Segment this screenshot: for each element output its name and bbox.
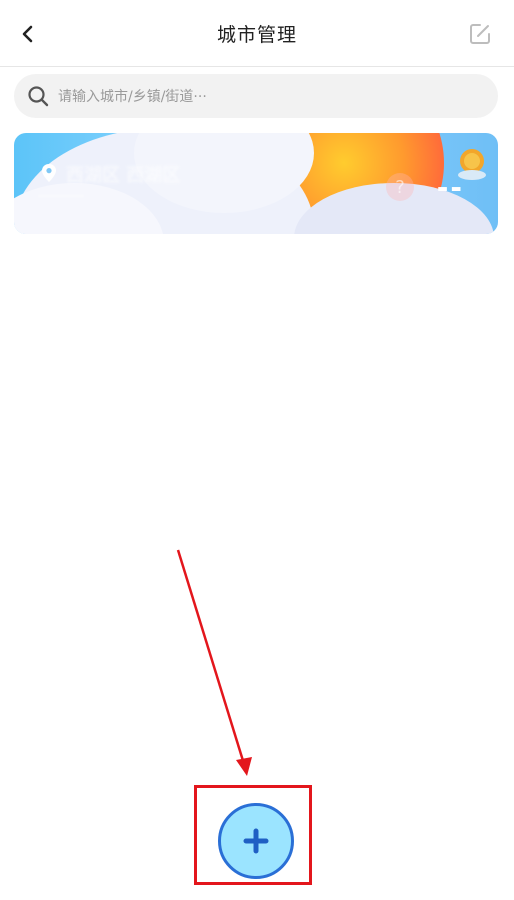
add-city-button[interactable]	[218, 803, 294, 879]
annotation-arrow	[176, 549, 252, 776]
plus-icon	[243, 828, 269, 854]
